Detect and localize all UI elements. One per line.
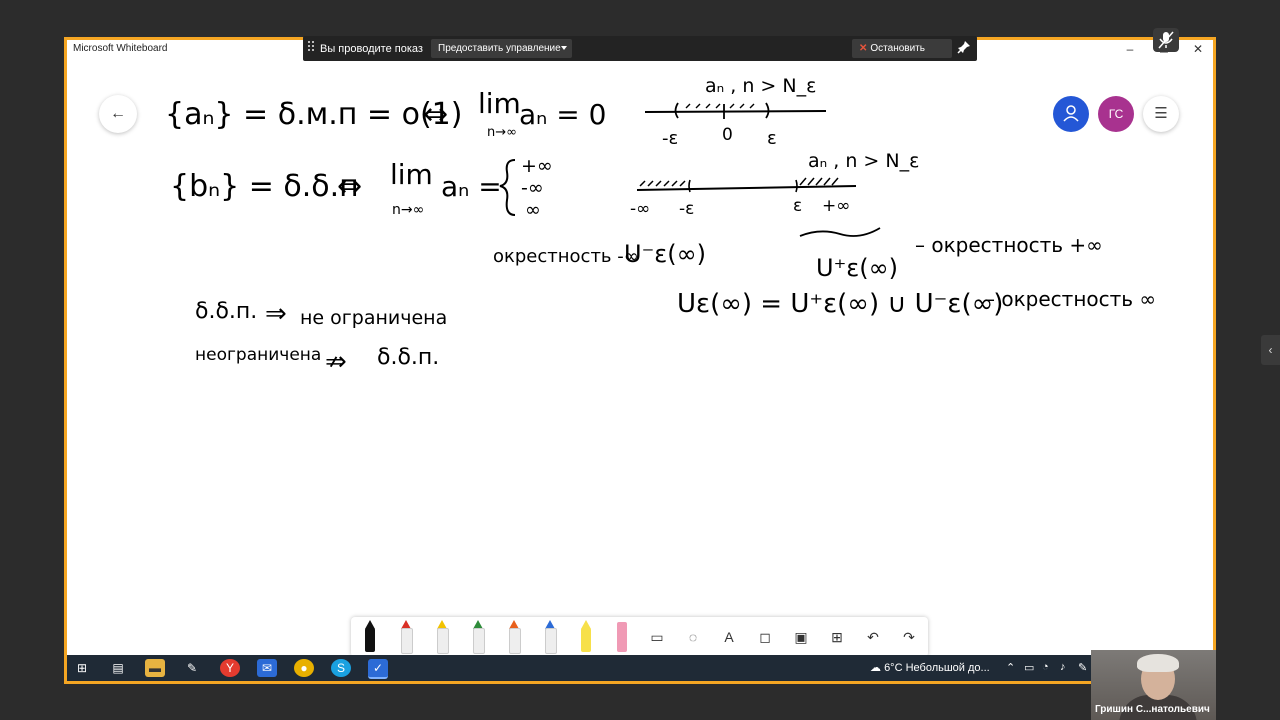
numberline2-eps: ε bbox=[793, 196, 802, 216]
numberline1-zero: 0 bbox=[722, 125, 733, 145]
blue-pen-tool[interactable] bbox=[538, 620, 562, 654]
sticky-note-icon[interactable]: ◻ bbox=[754, 627, 776, 647]
numberline2-minus-infinity: -∞ bbox=[630, 199, 650, 219]
lim-2: lim bbox=[390, 158, 433, 191]
add-icon[interactable]: ⊞ bbox=[826, 627, 848, 647]
redo-icon[interactable]: ↷ bbox=[898, 627, 920, 647]
paint-icon[interactable]: ✎ bbox=[182, 659, 202, 677]
user-avatar[interactable]: ГС bbox=[1098, 96, 1134, 132]
formula-line1-right: aₙ = 0 bbox=[519, 98, 606, 131]
bottom2-right: δ.δ.п. bbox=[377, 345, 439, 370]
whiteboard-taskbar-icon[interactable]: ✓ bbox=[368, 659, 388, 679]
not-implies-arrow: ⇏ bbox=[325, 347, 347, 377]
pen-icon[interactable]: ✎ bbox=[1078, 661, 1087, 674]
red-pen-tool[interactable] bbox=[394, 620, 418, 654]
bottom1-right: не ограничена bbox=[300, 307, 447, 329]
invite-avatar-button[interactable] bbox=[1053, 96, 1089, 132]
weather-text: 6°C Небольшой до... bbox=[884, 662, 990, 674]
arrow-left-icon: ← bbox=[110, 105, 126, 122]
chevron-left-icon[interactable]: ‹ bbox=[1261, 335, 1280, 365]
bottom2-left: неограничена bbox=[195, 345, 321, 365]
presenter-name: Гришин С...натольевич bbox=[1095, 704, 1210, 715]
chevron-up-icon[interactable]: ⌃ bbox=[1006, 661, 1015, 674]
image-icon[interactable]: ▣ bbox=[790, 627, 812, 647]
green-pen-tool[interactable] bbox=[466, 620, 490, 654]
windows-start-icon[interactable]: ⊞ bbox=[72, 659, 92, 677]
equivalence-arrow-1: ⇔ bbox=[423, 97, 448, 132]
mail-icon[interactable]: ✉ bbox=[257, 659, 277, 677]
file-explorer-icon[interactable]: ▬ bbox=[145, 659, 165, 677]
union-formula: Uε(∞) = U⁺ε(∞) ∪ U⁻ε(∞) bbox=[677, 289, 1003, 319]
numberline1-minus-eps: -ε bbox=[662, 128, 678, 149]
chrome-icon[interactable]: ● bbox=[294, 659, 314, 677]
formula-line2-mid: aₙ = bbox=[441, 170, 502, 203]
task-view-icon[interactable]: ▤ bbox=[108, 659, 128, 677]
neighbourhood-minus-symbol: U⁻ε(∞) bbox=[624, 240, 706, 268]
weather-widget[interactable]: ☁ 6°C Небольшой до... bbox=[870, 661, 990, 674]
highlighter-tool[interactable] bbox=[574, 620, 598, 654]
black-pen-tool[interactable] bbox=[358, 620, 382, 654]
bottom1-left: δ.δ.п. bbox=[195, 299, 257, 324]
orange-pen-tool[interactable] bbox=[502, 620, 526, 654]
neighbourhood-plus-symbol: U⁺ε(∞) bbox=[816, 254, 898, 282]
yandex-browser-icon[interactable]: Y bbox=[220, 659, 240, 677]
numberline2-label: aₙ , n > N_ε bbox=[808, 150, 919, 172]
lim-1: lim bbox=[478, 87, 521, 120]
union-text: – окрестность ∞ bbox=[985, 287, 1156, 311]
wifi-icon[interactable]: ◔ bbox=[1042, 661, 1049, 673]
numberline1-eps: ε bbox=[767, 128, 777, 149]
lasso-icon[interactable]: ◌ bbox=[682, 627, 704, 647]
eraser-tool[interactable] bbox=[610, 620, 634, 654]
volume-icon[interactable]: ♪ bbox=[1060, 661, 1066, 673]
text-tool-icon[interactable]: A bbox=[718, 627, 740, 647]
case-plus-infinity: +∞ bbox=[521, 155, 553, 177]
person-add-icon bbox=[1053, 96, 1089, 132]
number-line-2 bbox=[636, 185, 857, 191]
formula-line1-left: {aₙ} = δ.м.п = o(1) bbox=[165, 97, 462, 132]
formula-line2-left: {bₙ} = δ.δ.п bbox=[170, 169, 359, 204]
case-infinity: ∞ bbox=[525, 199, 541, 221]
cloud-icon: ☁ bbox=[870, 662, 885, 674]
hamburger-menu-icon[interactable]: ☰ bbox=[1143, 96, 1179, 132]
neighbourhood-minus-text: окрестность -∞ bbox=[493, 246, 639, 267]
numberline2-minus-eps: -ε bbox=[679, 199, 694, 219]
skype-icon[interactable]: S bbox=[331, 659, 351, 677]
numberline1-label: aₙ , n > N_ε bbox=[705, 75, 816, 97]
lim-2-subscript: n→∞ bbox=[392, 202, 424, 218]
back-button[interactable]: ← bbox=[99, 95, 137, 133]
lim-1-subscript: n→∞ bbox=[487, 125, 517, 140]
undo-icon[interactable]: ↶ bbox=[862, 627, 884, 647]
numberline2-plus-infinity: +∞ bbox=[822, 196, 850, 216]
number-line-1 bbox=[644, 110, 827, 113]
ruler-icon[interactable]: ▭ bbox=[646, 627, 668, 647]
case-minus-infinity: -∞ bbox=[521, 177, 544, 199]
neighbourhood-plus-text: – окрестность +∞ bbox=[915, 233, 1103, 257]
network-icon[interactable]: ▭ bbox=[1024, 661, 1034, 674]
implies-arrow: ⇒ bbox=[265, 299, 287, 329]
equivalence-arrow-2: ⇔ bbox=[337, 169, 362, 204]
yellow-pen-tool[interactable] bbox=[430, 620, 454, 654]
